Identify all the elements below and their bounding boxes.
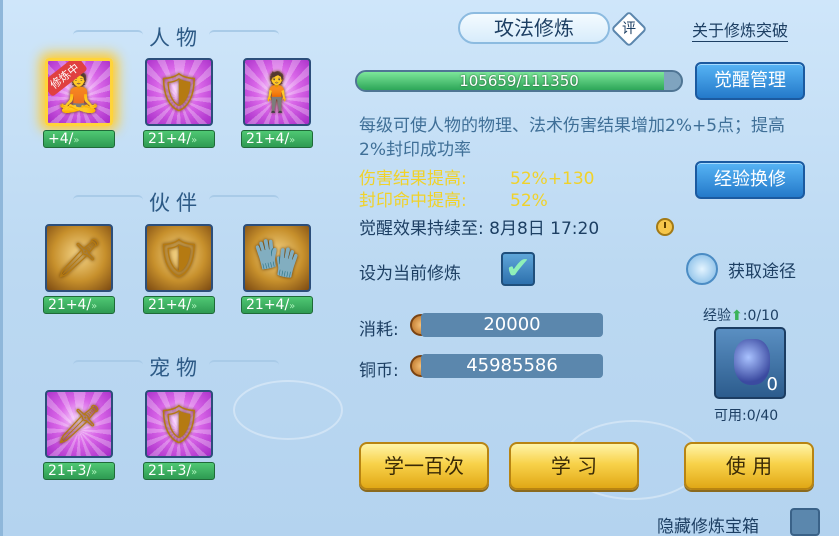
section-title-pet: 宠物	[21, 352, 331, 382]
treasure-count: 0	[766, 374, 778, 395]
skill-slot-partner-2[interactable]: 🛡 21+4/»	[143, 224, 215, 314]
skill-slot-pet-2[interactable]: 🛡 21+3/»	[143, 390, 215, 480]
exp-exchange-button[interactable]: 经验换修	[695, 161, 805, 199]
copper-label: 铜币:	[359, 361, 399, 381]
sword-cat-icon: 🗡	[45, 390, 113, 458]
shield-cat-icon: 🛡	[145, 390, 213, 458]
vase-icon	[734, 339, 770, 385]
skill-slot-character-2[interactable]: 🛡 21+4/»	[143, 58, 215, 148]
experience-progress-bar: 105659/111350	[355, 70, 683, 92]
skill-slot-character-1[interactable]: 🧘 修炼中 +4/»	[43, 58, 115, 148]
set-current-checkbox[interactable]: ✔	[501, 252, 535, 286]
learn-button[interactable]: 学 习	[509, 442, 639, 490]
skill-slot-partner-1[interactable]: 🗡 21+4/»	[43, 224, 115, 314]
awaken-duration-text: 觉醒效果持续至: 8月8日 17:20	[359, 219, 600, 239]
skill-level: 21+4/»	[241, 130, 313, 148]
skill-list-panel: 人物 伙伴 宠物 🧘 修炼中 +4/» 🛡 21+4/» 🧍 21+4/» 🗡 …	[21, 10, 331, 530]
armor-icon: 🛡	[145, 58, 213, 126]
skill-level: 21+4/»	[143, 296, 215, 314]
hide-treasure-label: 隐藏修炼宝箱	[657, 517, 759, 536]
available-counter: 可用:0/40	[714, 408, 779, 424]
skill-level: 21+4/»	[43, 296, 115, 314]
rate-button[interactable]: 评	[610, 10, 648, 48]
shield-lion-icon: 🛡	[145, 224, 213, 292]
cultivation-panel: 人物 伙伴 宠物 🧘 修炼中 +4/» 🛡 21+4/» 🧍 21+4/» 🗡 …	[0, 0, 839, 536]
meditation-icon: 🧘 修炼中	[45, 58, 113, 126]
obtain-source-icon[interactable]	[686, 253, 718, 285]
section-title-character: 人物	[21, 22, 331, 52]
cost-label: 消耗:	[359, 320, 399, 340]
copper-value: 45985586	[421, 354, 603, 378]
use-button[interactable]: 使 用	[684, 442, 814, 490]
skill-description: 每级可使人物的物理、法术伤害结果增加2%+5点；提高2%封印成功率	[359, 116, 786, 160]
stat-seal-hit: 封印命中提高: 52%	[359, 191, 548, 211]
obtain-source-link[interactable]: 获取途径	[728, 257, 796, 282]
learn-hundred-button[interactable]: 学一百次	[359, 442, 489, 490]
stat-damage: 伤害结果提高: 52%+130	[359, 169, 595, 189]
set-current-label: 设为当前修炼	[359, 264, 461, 284]
skill-level: +4/»	[43, 130, 115, 148]
skill-level: 21+3/»	[143, 462, 215, 480]
skill-level: 21+4/»	[241, 296, 313, 314]
awaken-manage-button[interactable]: 觉醒管理	[695, 62, 805, 100]
skill-slot-partner-3[interactable]: 🧤 21+4/»	[241, 224, 313, 314]
about-breakthrough-link[interactable]: 关于修炼突破	[692, 17, 789, 42]
skill-slot-character-3[interactable]: 🧍 21+4/»	[241, 58, 313, 148]
skill-level: 21+4/»	[143, 130, 215, 148]
page-title: 攻法修炼	[458, 12, 610, 44]
gauntlet-lion-icon: 🧤	[243, 224, 311, 292]
clock-icon	[656, 218, 674, 236]
exp-counter: 经验⬆:0/10	[703, 308, 779, 324]
cost-value: 20000	[421, 313, 603, 337]
skill-level: 21+3/»	[43, 462, 115, 480]
hide-treasure-checkbox[interactable]	[790, 508, 820, 536]
arrow-up-icon: ⬆	[731, 308, 743, 324]
skill-slot-pet-1[interactable]: 🗡 21+3/»	[43, 390, 115, 480]
sword-lion-icon: 🗡	[45, 224, 113, 292]
warrior-icon: 🧍	[243, 58, 311, 126]
progress-text: 105659/111350	[459, 72, 579, 90]
section-title-partner: 伙伴	[21, 187, 331, 217]
treasure-vase-slot[interactable]: 0	[714, 327, 786, 399]
